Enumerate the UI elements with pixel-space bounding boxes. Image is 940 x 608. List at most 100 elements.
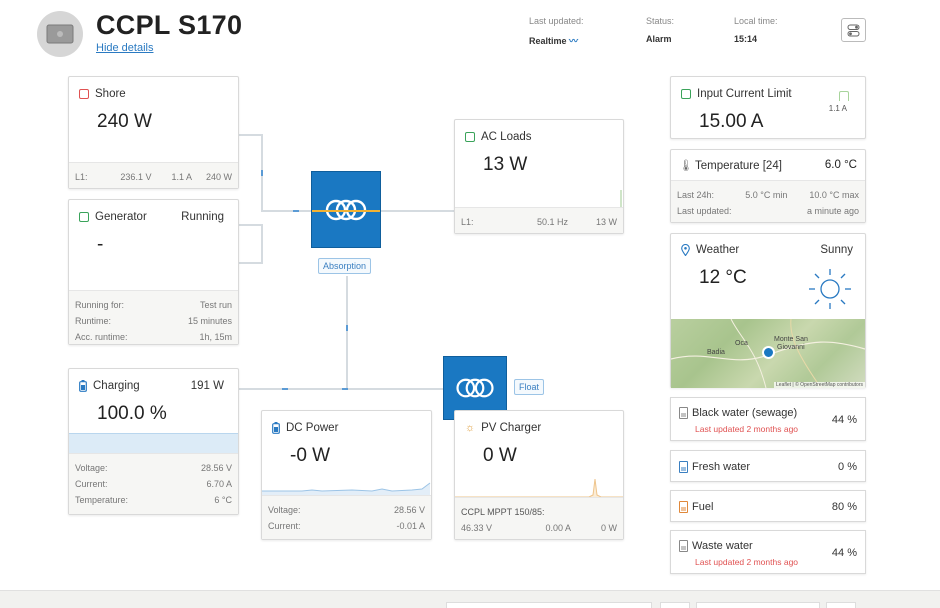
tank-level: 44 % bbox=[831, 547, 857, 559]
temperature-card[interactable]: 🌡 Temperature [24] 6.0 °C Last 24h: 5.0 … bbox=[670, 149, 866, 223]
dc-power-footer: Voltage: 28.56 V Current: -0.01 A bbox=[262, 495, 431, 539]
tank-level: 44 % bbox=[831, 414, 857, 426]
inverter-status-stripe bbox=[312, 210, 380, 212]
bottom-control[interactable] bbox=[826, 602, 856, 608]
ac-loads-card[interactable]: AC Loads 13 W L1: 50.1 Hz 13 W bbox=[454, 119, 624, 234]
generator-card[interactable]: Generator Running - Running for: Test run… bbox=[68, 199, 239, 345]
inverter-charger-button[interactable] bbox=[311, 171, 381, 248]
tank-name: Fresh water bbox=[692, 461, 751, 473]
battery-temp-label: Temperature: bbox=[75, 495, 129, 505]
icl-title-text: Input Current Limit bbox=[697, 88, 792, 100]
device-icon bbox=[46, 24, 74, 44]
temperature-footer: Last 24h: 5.0 °C min 10.0 °C max Last up… bbox=[671, 180, 865, 222]
dc-power-sparkline bbox=[262, 482, 431, 495]
battery-soc: 100.0 % bbox=[97, 403, 167, 424]
battery-current-value: 6.70 A bbox=[206, 479, 232, 489]
tank-warning: Last updated 2 months ago bbox=[695, 424, 799, 434]
last-updated-value: Realtime 〰 bbox=[529, 34, 584, 47]
ac-loads-icon bbox=[465, 132, 475, 142]
tank-waste-water[interactable]: Waste water 44 % Last updated 2 months a… bbox=[670, 530, 866, 574]
tank-icon bbox=[679, 461, 688, 473]
last-updated: Last updated: Realtime 〰 bbox=[529, 16, 584, 47]
realtime-icon: 〰 bbox=[569, 36, 579, 46]
tank-black-water[interactable]: Black water (sewage) 44 % Last updated 2… bbox=[670, 397, 866, 441]
map-label-giovanni: Giovanni bbox=[777, 344, 805, 351]
pv-charger-card[interactable]: ☼ PV Charger 0 W CCPL MPPT 150/85: 46.33… bbox=[454, 410, 624, 540]
dc-power-title: DC Power bbox=[272, 422, 338, 434]
sun-icon: ☼ bbox=[465, 422, 476, 434]
dc-voltage-value: 28.56 V bbox=[393, 505, 425, 515]
ac-loads-title: AC Loads bbox=[465, 131, 532, 143]
generator-title-text: Generator bbox=[95, 211, 147, 223]
local-time-value: 15:14 bbox=[734, 34, 758, 44]
battery-soc-fill bbox=[69, 433, 238, 454]
connector-line bbox=[238, 262, 262, 264]
flow-dot bbox=[346, 325, 348, 331]
battery-voltage-value: 28.56 V bbox=[200, 463, 232, 473]
battery-card[interactable]: Charging 191 W 100.0 % Voltage: 28.56 V C… bbox=[68, 368, 239, 515]
hide-details-link[interactable]: Hide details bbox=[96, 42, 153, 54]
ac-loads-frequency: 50.1 Hz bbox=[536, 217, 568, 227]
shore-title-text: Shore bbox=[95, 88, 126, 100]
ac-loads-title-text: AC Loads bbox=[481, 131, 532, 143]
thermometer-icon: 🌡 bbox=[679, 160, 693, 172]
victron-logo-icon bbox=[456, 378, 494, 398]
tank-icon bbox=[679, 407, 688, 419]
bottom-control[interactable] bbox=[660, 602, 690, 608]
tank-fresh-water[interactable]: Fresh water 0 % bbox=[670, 450, 866, 482]
weather-card[interactable]: Weather Sunny 12 °C Badia Oca Monte San … bbox=[670, 233, 866, 388]
flow-dot bbox=[293, 210, 299, 212]
shore-current: 1.1 A bbox=[171, 172, 192, 182]
map-label-monte: Monte San bbox=[774, 336, 808, 343]
connector-line bbox=[238, 388, 444, 390]
device-avatar bbox=[37, 11, 83, 57]
battery-temp-value: 6 °C bbox=[214, 495, 232, 505]
acc-runtime-value: 1h, 15m bbox=[199, 332, 232, 342]
battery-icon bbox=[79, 380, 87, 392]
local-time-label: Local time: bbox=[734, 16, 778, 26]
settings-toggle-button[interactable] bbox=[841, 18, 866, 42]
bottom-control[interactable] bbox=[446, 602, 652, 608]
pv-charger-title: ☼ PV Charger bbox=[465, 422, 541, 434]
acc-runtime-label: Acc. runtime: bbox=[75, 332, 128, 342]
dc-power-card[interactable]: DC Power -0 W Voltage: 28.56 V Current: -0… bbox=[261, 410, 432, 540]
weather-title: Weather bbox=[681, 244, 739, 256]
shore-footer: L1: 236.1 V 1.1 A 240 W bbox=[69, 162, 238, 188]
tank-fuel[interactable]: Fuel 80 % bbox=[670, 490, 866, 522]
dc-voltage-label: Voltage: bbox=[268, 505, 301, 515]
input-current-limit-card[interactable]: Input Current Limit 15.00 A 1.1 A bbox=[670, 76, 866, 139]
map-attribution[interactable]: Leaflet | © OpenStreetMap contributors bbox=[774, 382, 865, 388]
battery-footer: Voltage: 28.56 V Current: 6.70 A Temperatu… bbox=[69, 453, 238, 514]
weather-temp: 12 °C bbox=[699, 267, 747, 288]
shore-voltage: 236.1 V bbox=[120, 172, 152, 182]
shore-power: 240 W bbox=[205, 172, 232, 182]
pv-charger-value: 0 W bbox=[483, 445, 517, 466]
temp-last24-label: Last 24h: bbox=[677, 190, 715, 200]
dc-current-label: Current: bbox=[268, 521, 301, 531]
weather-condition: Sunny bbox=[820, 244, 853, 256]
temp-last-updated-value: a minute ago bbox=[806, 206, 859, 216]
status: Status: Alarm bbox=[646, 16, 674, 44]
generator-footer: Running for: Test run Runtime: 15 minutes … bbox=[69, 290, 238, 344]
generator-title: Generator bbox=[79, 211, 147, 223]
connector-line bbox=[381, 210, 454, 212]
tank-level: 80 % bbox=[831, 501, 857, 513]
shore-card[interactable]: Shore 240 W L1: 236.1 V 1.1 A 240 W bbox=[68, 76, 239, 189]
bottom-control[interactable] bbox=[696, 602, 820, 608]
pv-charger-footer: CCPL MPPT 150/85: 46.33 V 0.00 A 0 W bbox=[455, 497, 623, 539]
page-title: CCPL S170 bbox=[96, 10, 243, 40]
tank-name: Waste water bbox=[692, 540, 753, 552]
map-location-marker bbox=[762, 346, 775, 359]
weather-map[interactable]: Badia Oca Monte San Giovanni Leaflet | ©… bbox=[671, 319, 865, 388]
temperature-value: 6.0 °C bbox=[824, 159, 857, 171]
toggle-icon bbox=[847, 24, 860, 36]
map-label-badia: Badia bbox=[707, 349, 725, 356]
runtime-value: 15 minutes bbox=[187, 316, 232, 326]
flow-dot bbox=[342, 388, 348, 390]
tank-warning: Last updated 2 months ago bbox=[695, 557, 799, 567]
tank-level: 0 % bbox=[838, 461, 857, 473]
tank-icon bbox=[679, 540, 688, 552]
shore-icon bbox=[79, 89, 89, 99]
connector-line bbox=[261, 210, 311, 212]
battery-power: 191 W bbox=[190, 380, 224, 392]
